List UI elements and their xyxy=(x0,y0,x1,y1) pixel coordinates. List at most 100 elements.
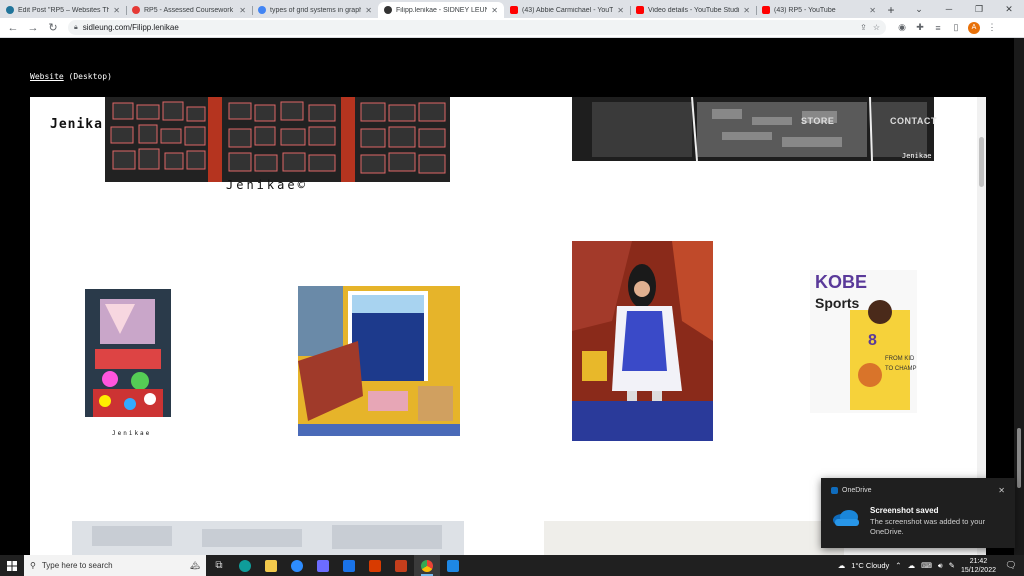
menu-kebab-icon[interactable]: ⋮ xyxy=(984,20,1000,36)
powerpoint-icon[interactable] xyxy=(388,555,414,576)
onedrive-tray-icon[interactable]: ☁ xyxy=(908,561,916,570)
close-icon[interactable]: ✕ xyxy=(869,6,876,15)
file-explorer-icon[interactable] xyxy=(258,555,284,576)
network-icon[interactable]: ⌨ xyxy=(921,561,932,570)
tab-title: (43) Abbie Carmichael - YouTube xyxy=(522,6,614,14)
browser-tab[interactable]: types of grid systems in graphic ✕ xyxy=(252,2,378,18)
artwork-collage-image[interactable] xyxy=(85,289,171,431)
tab-title: Edit Post "RP5 – Websites That Ir xyxy=(18,6,110,14)
volume-icon[interactable]: 🔊︎ xyxy=(938,561,943,571)
artwork-portrait-king-image[interactable] xyxy=(572,241,713,441)
toast-app-header: OneDrive xyxy=(831,487,872,494)
window-controls: ⌄ ─ ❐ ✕ xyxy=(904,0,1024,18)
onedrive-notification[interactable]: OneDrive ✕ Screenshot saved The screensh… xyxy=(821,478,1015,548)
browser-tab[interactable]: (43) Abbie Carmichael - YouTube✕ xyxy=(504,2,630,18)
breadcrumb-website-link[interactable]: Website xyxy=(30,72,64,81)
close-icon[interactable]: ✕ xyxy=(998,486,1005,495)
artwork-street-image[interactable] xyxy=(572,97,934,161)
clock-date: 15/12/2022 xyxy=(960,566,996,574)
bookmark-star-icon[interactable]: ☆ xyxy=(873,23,880,32)
close-icon[interactable]: ✕ xyxy=(365,6,372,15)
clock-time: 21:42 xyxy=(969,557,988,565)
svg-text:FROM KID: FROM KID xyxy=(885,356,915,362)
artwork-magazine-cover-image[interactable]: KOBE Sports 8 FROM KID TO CHAMP xyxy=(810,270,917,413)
back-icon[interactable]: ← xyxy=(4,19,22,37)
search-icon: ⚲ xyxy=(30,561,36,570)
minimize-icon[interactable]: ─ xyxy=(934,0,964,18)
reload-icon[interactable]: ↻ xyxy=(44,19,62,37)
weather-icon[interactable]: ☁ xyxy=(838,561,846,570)
restore-icon[interactable]: ❐ xyxy=(964,0,994,18)
reading-list-icon[interactable]: ≡ xyxy=(930,20,946,36)
tab-title: (43) RP5 - YouTube xyxy=(774,6,836,14)
close-icon[interactable]: ✕ xyxy=(617,6,624,15)
tab-title: RP5 - Assessed Coursework - Wo xyxy=(144,6,235,14)
store-icon[interactable] xyxy=(310,555,336,576)
toast-body: The screenshot was added to your OneDriv… xyxy=(870,517,986,536)
windows-start-icon[interactable] xyxy=(0,555,24,576)
toast-title: Screenshot saved xyxy=(870,506,939,515)
url-text: sidleung.com/Filipp.lenikae xyxy=(82,23,179,32)
task-view-icon[interactable]: ⧉ xyxy=(206,555,232,576)
svg-text:TO CHAMP: TO CHAMP xyxy=(885,366,917,372)
artwork-bottom-right-image[interactable] xyxy=(544,521,844,555)
svg-text:KOBE: KOBE xyxy=(815,272,867,292)
google-icon xyxy=(258,6,266,14)
artwork-window-sea-image[interactable] xyxy=(298,286,460,436)
logo-jenika-text[interactable]: Jenika xyxy=(50,117,103,132)
close-icon[interactable]: ✕ xyxy=(743,6,750,15)
taskbar-clock[interactable]: 21:42 15/12/2022 xyxy=(961,557,996,575)
windows-taskbar: ⚲ Type here to search 🏔︎ ⧉ ☁ 1°C Cloudy … xyxy=(0,555,1024,576)
page-scrollbar[interactable] xyxy=(1014,38,1024,555)
calculator-icon[interactable] xyxy=(440,555,466,576)
zoom-icon[interactable] xyxy=(284,555,310,576)
chevron-up-icon[interactable]: ⌃ xyxy=(895,561,901,570)
breadcrumb-suffix: (Desktop) xyxy=(63,72,112,81)
tab-search-icon[interactable]: ⌄ xyxy=(904,0,934,18)
nav-store-link[interactable]: STORE xyxy=(801,116,834,126)
system-tray: ☁ 1°C Cloudy ⌃ ☁ ⌨ 🔊︎ ✎ 21:42 15/12/2022… xyxy=(838,557,1024,575)
browser-tab[interactable]: RP5 - Assessed Coursework - Wo ✕ xyxy=(126,2,252,18)
browser-toolbar: ← → ↻ 🔒︎ sidleung.com/Filipp.lenikae ⇪ ☆… xyxy=(0,18,1024,38)
page-scrollbar-thumb[interactable] xyxy=(1017,428,1021,488)
close-icon[interactable]: ✕ xyxy=(491,6,498,15)
browser-tab[interactable]: (43) RP5 - YouTube ✕ xyxy=(756,2,882,18)
toast-app-name: OneDrive xyxy=(842,487,872,494)
edge-icon[interactable] xyxy=(232,555,258,576)
youtube-icon xyxy=(510,6,518,14)
artwork-signature-small: Jenikae xyxy=(112,430,152,437)
wordpress-icon xyxy=(6,6,14,14)
address-bar[interactable]: 🔒︎ sidleung.com/Filipp.lenikae ⇪ ☆ xyxy=(68,20,886,35)
tab-title: Filipp.lenikae - SIDNEY LEUNG xyxy=(396,6,488,14)
artwork-windows-image[interactable] xyxy=(105,97,450,182)
browser-tab-active[interactable]: Filipp.lenikae - SIDNEY LEUNG ✕ xyxy=(378,2,504,18)
mail-icon[interactable] xyxy=(336,555,362,576)
nav-contact-link[interactable]: CONTACT xyxy=(890,116,937,126)
language-icon[interactable]: ✎ xyxy=(949,561,955,570)
forward-icon[interactable]: → xyxy=(24,19,42,37)
taskbar-search-input[interactable]: ⚲ Type here to search 🏔︎ xyxy=(24,555,206,576)
svg-text:Sports: Sports xyxy=(815,295,860,311)
office-icon[interactable] xyxy=(362,555,388,576)
chrome-icon[interactable] xyxy=(414,555,440,576)
lock-icon[interactable]: 🔒︎ xyxy=(74,24,78,32)
side-panel-icon[interactable]: ▯ xyxy=(948,20,964,36)
browser-tab[interactable]: Edit Post "RP5 – Websites That Ir✕ xyxy=(0,2,126,18)
profile-avatar[interactable]: A xyxy=(966,20,982,36)
share-icon[interactable]: ⇪ xyxy=(860,23,867,32)
site-header: Website (Desktop) xyxy=(0,38,1024,97)
close-window-icon[interactable]: ✕ xyxy=(994,0,1024,18)
youtube-icon xyxy=(636,6,644,14)
artwork-signature-text: Jenikae xyxy=(902,152,932,160)
notification-center-icon[interactable]: 🗨︎ xyxy=(1002,560,1020,571)
new-tab-button[interactable]: + xyxy=(882,2,900,18)
close-icon[interactable]: ✕ xyxy=(239,6,246,15)
browser-tab[interactable]: Video details - YouTube Studio ✕ xyxy=(630,2,756,18)
weather-text[interactable]: 1°C Cloudy xyxy=(851,561,889,570)
puzzle-extensions-icon[interactable]: ✚ xyxy=(912,20,928,36)
profile-initial: A xyxy=(968,21,980,34)
scrollbar-thumb[interactable] xyxy=(979,137,984,187)
artwork-bottom-left-image[interactable] xyxy=(72,521,464,555)
close-icon[interactable]: ✕ xyxy=(113,6,120,15)
extension-icon[interactable]: ◉ xyxy=(894,20,910,36)
